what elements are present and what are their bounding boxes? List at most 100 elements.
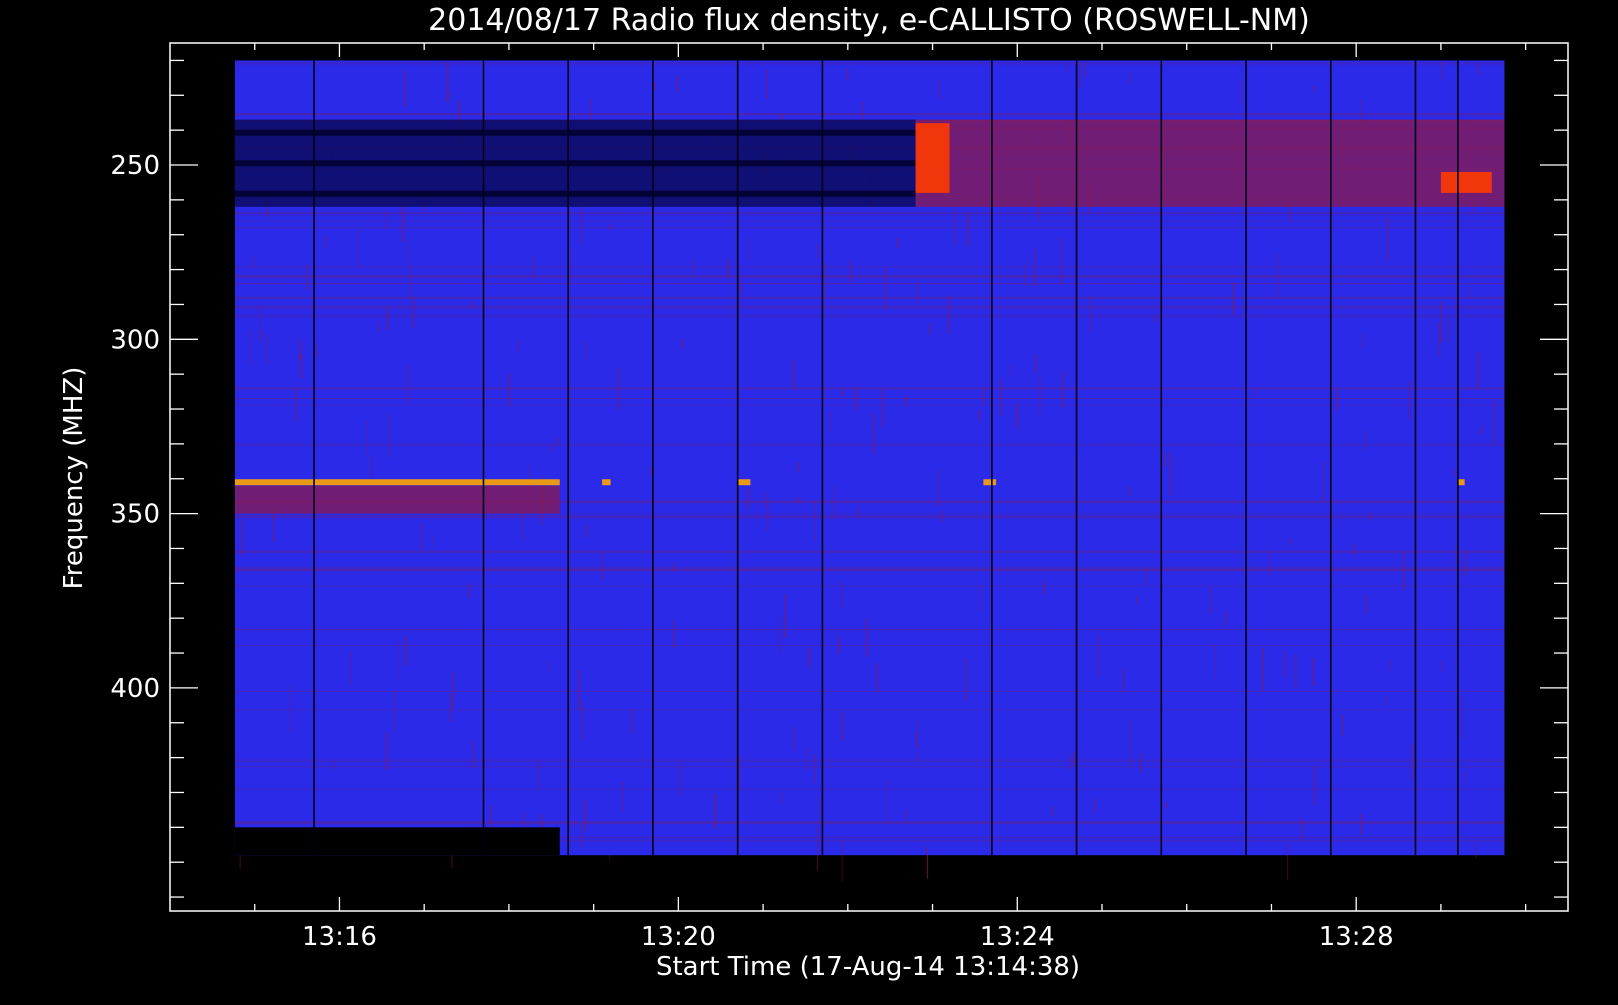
noise-streak xyxy=(1360,813,1363,836)
noise-streak xyxy=(299,340,301,360)
noise-streak xyxy=(1073,751,1075,767)
burst-feature xyxy=(1440,171,1492,193)
noise-streak xyxy=(764,491,766,508)
band-feature xyxy=(234,485,560,514)
burst-feature xyxy=(915,123,950,193)
noise-streak xyxy=(407,238,409,263)
noise-streak xyxy=(266,333,268,364)
noise-streak xyxy=(1447,318,1449,343)
noise-streak xyxy=(1464,770,1466,786)
noise-streak xyxy=(866,618,868,657)
noise-streak xyxy=(947,295,949,334)
y-axis-label: Frequency (MHZ) xyxy=(59,367,89,590)
noise-streak xyxy=(1441,661,1443,672)
noise-streak xyxy=(370,454,373,478)
noise-streak xyxy=(421,522,423,550)
noise-streak xyxy=(747,487,749,509)
interference-line xyxy=(234,585,1505,587)
noise-streak xyxy=(404,70,406,107)
noise-streak xyxy=(393,690,395,733)
noise-streak xyxy=(289,686,291,732)
interference-line xyxy=(234,113,1505,116)
noise-streak xyxy=(386,732,388,771)
noise-streak xyxy=(1094,799,1096,813)
noise-streak xyxy=(1314,766,1316,806)
noise-streak xyxy=(1311,657,1314,687)
y-tick-label: 400 xyxy=(110,674,160,704)
noise-streak xyxy=(1455,544,1457,564)
noise-streak xyxy=(1051,806,1053,817)
noise-streak xyxy=(1440,61,1443,81)
spectrogram-chart: 2014/08/17 Radio flux density, e-CALLIST… xyxy=(59,3,1569,982)
noise-streak xyxy=(727,258,729,278)
noise-streak xyxy=(608,854,610,861)
interference-line xyxy=(234,387,1505,390)
noise-streak xyxy=(450,693,452,722)
noise-streak xyxy=(1362,334,1364,351)
noise-streak xyxy=(584,799,586,832)
noise-streak xyxy=(978,411,980,421)
noise-streak xyxy=(797,462,799,473)
interference-line xyxy=(234,212,1505,214)
interference-line xyxy=(234,404,1505,406)
noise-streak xyxy=(387,307,389,331)
noise-streak xyxy=(1286,842,1289,880)
interference-line xyxy=(234,566,1505,569)
noise-streak xyxy=(432,535,434,547)
noise-streak xyxy=(1166,800,1168,809)
spectrogram-figure: 2014/08/17 Radio flux density, e-CALLIST… xyxy=(0,0,1618,1000)
noise-streak xyxy=(929,323,931,336)
noise-streak xyxy=(449,90,451,100)
noise-streak xyxy=(1461,695,1463,739)
noise-streak xyxy=(518,338,520,353)
noise-streak xyxy=(1261,648,1264,691)
spike-feature xyxy=(983,479,997,486)
noise-streak xyxy=(1035,354,1037,373)
noise-streak xyxy=(780,792,782,805)
noise-streak xyxy=(405,635,407,666)
noise-streak xyxy=(581,700,583,739)
noise-streak xyxy=(1364,430,1366,451)
noise-streak xyxy=(896,238,899,249)
interference-line xyxy=(234,305,1505,309)
spike-feature xyxy=(737,479,751,486)
noise-streak xyxy=(1129,486,1131,497)
noise-streak xyxy=(1322,461,1324,500)
y-tick-label: 350 xyxy=(110,500,160,530)
y-tick-label: 250 xyxy=(110,151,160,181)
noise-streak xyxy=(1475,842,1477,859)
noise-streak xyxy=(766,69,768,99)
interference-line xyxy=(234,274,1505,278)
interference-line xyxy=(234,443,1505,447)
noise-streak xyxy=(1336,389,1338,411)
noise-streak xyxy=(409,265,411,300)
noise-streak xyxy=(916,282,918,302)
noise-streak xyxy=(407,365,409,403)
noise-streak xyxy=(548,660,550,671)
noise-streak xyxy=(1015,403,1018,428)
noise-streak xyxy=(1039,375,1041,416)
absorption-stripe xyxy=(234,160,916,167)
noise-streak xyxy=(1403,552,1405,591)
noise-streak xyxy=(825,260,827,298)
plot-area xyxy=(234,60,1505,882)
noise-streak xyxy=(850,259,852,282)
x-tick-label: 13:24 xyxy=(980,922,1055,952)
interference-line xyxy=(234,709,1505,711)
noise-streak xyxy=(325,236,327,249)
noise-streak xyxy=(1009,365,1011,376)
noise-streak xyxy=(451,672,454,709)
noise-streak xyxy=(926,847,929,879)
noise-streak xyxy=(249,330,251,365)
spike-feature xyxy=(1457,479,1465,486)
noise-streak xyxy=(779,617,781,655)
noise-streak xyxy=(1215,645,1217,680)
x-tick-label: 13:28 xyxy=(1319,922,1394,952)
noise-streak xyxy=(1169,451,1172,496)
noise-streak xyxy=(857,506,859,517)
noise-streak xyxy=(1084,62,1086,77)
noise-streak xyxy=(522,509,524,541)
interference-line xyxy=(234,283,1505,285)
noise-streak xyxy=(1136,596,1139,605)
noise-streak xyxy=(681,338,683,348)
